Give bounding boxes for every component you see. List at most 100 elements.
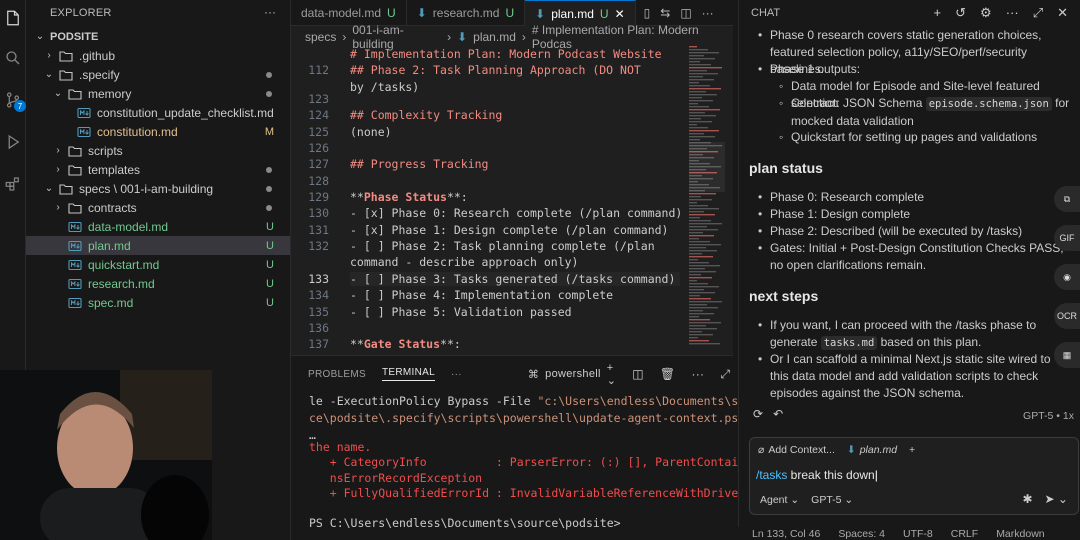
bottom-panel: PROBLEMS TERMINAL ··· ⌘ powershell + ⌄ ◫ 🗑… bbox=[291, 355, 759, 540]
chevron-right-icon: › bbox=[56, 145, 60, 156]
gear-icon[interactable]: ⚙ bbox=[980, 5, 992, 21]
response-actions: ⟳ ↶ bbox=[753, 407, 783, 421]
indentation[interactable]: Spaces: 4 bbox=[838, 528, 885, 540]
trash-icon[interactable]: 🗑 bbox=[660, 367, 676, 381]
close-icon[interactable]: ✕ bbox=[1057, 5, 1068, 21]
tree-folder[interactable]: ⌄ memory bbox=[26, 84, 290, 103]
split-terminal-icon[interactable]: ◫ bbox=[632, 367, 644, 381]
tree-item-label: scripts bbox=[88, 143, 123, 158]
tree-file[interactable]: spec.md U bbox=[26, 293, 290, 312]
chat-input-text[interactable]: /tasks break this down| bbox=[756, 468, 878, 482]
tree-file[interactable]: data-model.md U bbox=[26, 217, 290, 236]
tree-item-label: constitution.md bbox=[97, 124, 178, 139]
terminal-text: + CategoryInfo : ParserError: (:) [], Pa… bbox=[309, 455, 739, 469]
chat-toolbar: + ↺ ⚙ ··· ⤢ ✕ bbox=[934, 5, 1068, 21]
git-status-flag: U bbox=[266, 220, 274, 233]
explorer-title: EXPLORER bbox=[50, 7, 112, 19]
git-status-flag: U bbox=[266, 277, 274, 290]
workspace-root-label: PODSITE bbox=[50, 30, 99, 43]
code-line: (none) bbox=[350, 125, 392, 139]
folder-icon bbox=[68, 202, 82, 214]
more-actions-icon[interactable]: ··· bbox=[702, 6, 714, 20]
split-editor-icon[interactable]: ◫ bbox=[680, 6, 691, 20]
chat-sub-bullet: Quickstart for setting up pages and vali… bbox=[779, 129, 1071, 146]
tree-item-label: specs \ 001-i-am-building bbox=[79, 181, 214, 196]
modified-dot bbox=[266, 71, 272, 78]
section-heading: next steps bbox=[749, 288, 819, 304]
camera-icon[interactable]: ◉ bbox=[1054, 264, 1080, 290]
tree-folder[interactable]: › .github bbox=[26, 46, 290, 65]
folder-icon bbox=[68, 164, 82, 176]
mode-selector[interactable]: Agent ⌄ bbox=[760, 494, 799, 506]
tree-folder[interactable]: ⌄ .specify bbox=[26, 65, 290, 84]
tools-icon[interactable]: ✱ bbox=[1022, 492, 1032, 506]
breadcrumb-item[interactable]: specs bbox=[305, 30, 336, 44]
source-control-icon[interactable]: 7 bbox=[3, 90, 26, 112]
more-actions-icon[interactable]: ··· bbox=[264, 5, 276, 19]
more-actions-icon[interactable]: ··· bbox=[691, 367, 704, 381]
cursor-position[interactable]: Ln 133, Col 46 bbox=[752, 528, 820, 540]
minimap[interactable] bbox=[689, 46, 725, 346]
history-icon[interactable]: ↺ bbox=[955, 5, 966, 21]
explorer-icon[interactable] bbox=[3, 8, 23, 28]
tree-item-label: constitution_update_checklist.md bbox=[97, 105, 274, 120]
line-ending[interactable]: CRLF bbox=[951, 528, 978, 540]
tree-folder[interactable]: › scripts bbox=[26, 141, 290, 160]
tree-folder[interactable]: › contracts bbox=[26, 198, 290, 217]
search-icon[interactable] bbox=[3, 48, 23, 68]
tree-file[interactable]: plan.md U bbox=[26, 236, 290, 255]
context-chip[interactable]: ⬇ plan.md bbox=[847, 444, 897, 456]
run-debug-icon[interactable] bbox=[3, 132, 23, 152]
more-actions-icon[interactable]: ··· bbox=[1006, 5, 1019, 21]
model-tag: GPT-5 • 1x bbox=[1023, 410, 1074, 422]
markdown-file-icon bbox=[77, 126, 91, 137]
gif-button[interactable]: GIF bbox=[1054, 225, 1080, 251]
tab-terminal[interactable]: TERMINAL bbox=[381, 367, 435, 381]
tree-file[interactable]: constitution_update_checklist.md bbox=[26, 103, 290, 122]
chevron-down-icon: ⌄ bbox=[35, 31, 45, 42]
more-actions-icon[interactable]: ··· bbox=[451, 369, 462, 380]
compare-icon[interactable]: ⇆ bbox=[660, 6, 670, 20]
tree-file[interactable]: research.md U bbox=[26, 274, 290, 293]
tree-folder[interactable]: › templates bbox=[26, 160, 290, 179]
chat-bullet: Phase 1 outputs: bbox=[758, 61, 1070, 78]
add-icon[interactable]: + bbox=[909, 444, 915, 456]
retry-icon[interactable]: ⟳ bbox=[753, 407, 763, 421]
terminal-shell-selector[interactable]: ⌘ powershell + ⌄ bbox=[528, 362, 616, 387]
chat-input-box[interactable]: ⌀ Add Context... ⬇ plan.md + /tasks break … bbox=[749, 437, 1079, 515]
terminal-line: the name. bbox=[309, 440, 371, 454]
send-icon[interactable]: ➤ ⌄ bbox=[1045, 492, 1068, 506]
layout-icon[interactable]: ▦ bbox=[1054, 342, 1080, 368]
tree-file[interactable]: quickstart.md U bbox=[26, 255, 290, 274]
modified-dot bbox=[266, 185, 272, 192]
tree-file[interactable]: constitution.md M bbox=[26, 122, 290, 141]
breadcrumb-item[interactable]: plan.md bbox=[473, 30, 516, 44]
terminal-line: le -ExecutionPolicy Bypass -File "c:\Use… bbox=[309, 394, 759, 408]
context-file-label: plan.md bbox=[859, 444, 898, 456]
model-selector[interactable]: GPT-5 ⌄ bbox=[811, 494, 853, 506]
line-number: 127 bbox=[308, 157, 329, 171]
tab-problems[interactable]: PROBLEMS bbox=[308, 369, 366, 380]
maximize-panel-icon[interactable]: ⤢ bbox=[720, 367, 730, 382]
close-icon[interactable]: ✕ bbox=[615, 7, 625, 21]
screenshot-icon[interactable]: ⧉ bbox=[1054, 186, 1080, 212]
maximize-icon[interactable]: ⤢ bbox=[1033, 5, 1043, 21]
encoding[interactable]: UTF-8 bbox=[903, 528, 933, 540]
git-status-flag: U bbox=[266, 258, 274, 271]
tab-label: research.md bbox=[432, 6, 500, 20]
webcam-overlay bbox=[0, 370, 212, 540]
language-mode[interactable]: Markdown bbox=[996, 528, 1044, 540]
line-number: 131 bbox=[308, 223, 329, 237]
markdown-icon: ⬇ bbox=[457, 30, 468, 44]
new-chat-icon[interactable]: + bbox=[934, 5, 942, 21]
workspace-root[interactable]: ⌄ PODSITE bbox=[26, 27, 290, 46]
extensions-icon[interactable] bbox=[3, 174, 23, 194]
mode-label: Agent bbox=[760, 494, 788, 506]
ocr-button[interactable]: OCR bbox=[1054, 303, 1080, 329]
tree-folder[interactable]: ⌄ specs \ 001-i-am-building bbox=[26, 179, 290, 198]
undo-icon[interactable]: ↶ bbox=[773, 407, 783, 421]
preview-icon[interactable]: ▯ bbox=[644, 6, 651, 20]
editor-area: data-model.md U ⬇ research.md U ⬇ plan.md U ✕ … bbox=[291, 0, 733, 355]
line-number: 112 bbox=[308, 63, 329, 77]
add-context-button[interactable]: ⌀ Add Context... bbox=[758, 444, 835, 456]
